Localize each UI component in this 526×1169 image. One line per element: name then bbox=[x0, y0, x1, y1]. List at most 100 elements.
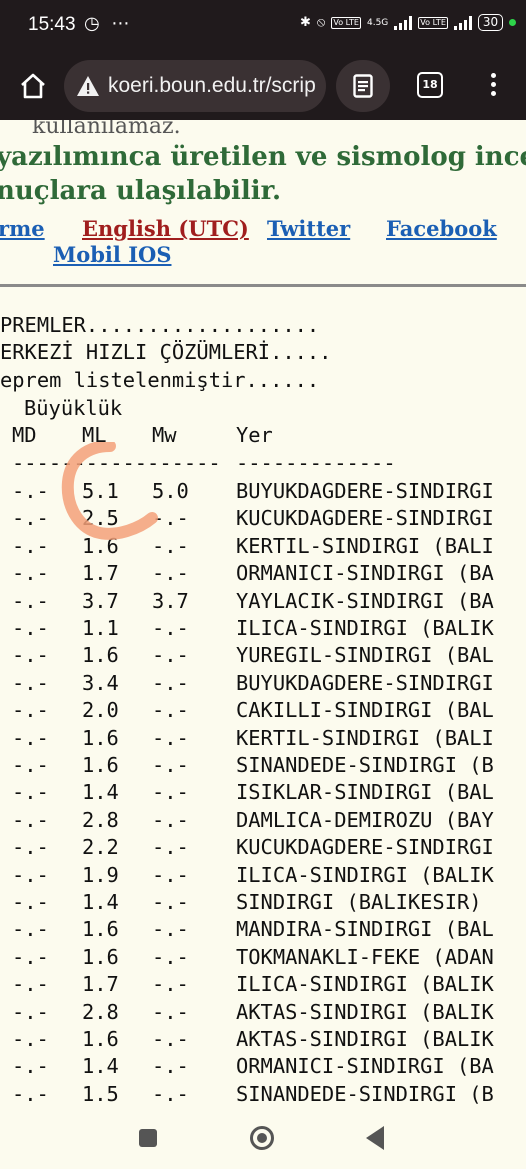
row-ml: 2.0 bbox=[82, 698, 119, 723]
back-icon[interactable] bbox=[366, 1126, 384, 1150]
row-yer: ILICA-SINDIRGI (BALIK bbox=[236, 862, 494, 887]
clock: 15:43 bbox=[28, 14, 76, 35]
row-ml: 2.2 bbox=[82, 835, 119, 860]
row-md: -.- bbox=[12, 616, 49, 640]
headline-line-2: nuçlara ulaşılabilir. bbox=[0, 176, 281, 206]
row-md: -.- bbox=[12, 1054, 49, 1079]
row-ml: 1.7 bbox=[82, 561, 119, 586]
tab-switcher-button[interactable]: 18 bbox=[417, 72, 443, 98]
row-md: -.- bbox=[12, 725, 49, 750]
nav-link-partial[interactable]: rme bbox=[0, 216, 45, 241]
address-bar[interactable]: koeri.boun.edu.tr/scrip bbox=[64, 60, 326, 112]
more-menu-icon[interactable] bbox=[486, 70, 500, 100]
document-icon bbox=[353, 74, 373, 98]
row-ml: 2.8 bbox=[82, 999, 119, 1024]
nav-link-english[interactable]: English (UTC) bbox=[82, 216, 249, 241]
row-ml: 1.6 bbox=[82, 917, 119, 942]
mute-icon: ⦸ bbox=[316, 15, 326, 30]
bluetooth-icon: ✱ bbox=[300, 15, 311, 30]
status-bar: 15:43 ◷ ⋯ ✱ ⦸ Vo LTE 4.5G Vo LTE 30 bbox=[0, 0, 526, 52]
nav-link-twitter[interactable]: Twitter bbox=[267, 216, 350, 241]
header-yer: Yer bbox=[236, 423, 273, 447]
row-ml: 1.7 bbox=[82, 972, 119, 997]
row-ml: 1.4 bbox=[82, 780, 119, 805]
faded-text: kullanılamaz. bbox=[32, 120, 181, 139]
row-md: -.- bbox=[12, 670, 49, 695]
row-ml: 1.4 bbox=[82, 1054, 119, 1079]
row-mw: -.- bbox=[152, 1027, 189, 1051]
row-ml: 1.6 bbox=[82, 753, 119, 777]
header-buyukluk: Büyüklük bbox=[24, 396, 123, 420]
row-mw: -.- bbox=[152, 725, 189, 750]
signal-icon bbox=[394, 15, 413, 30]
notification-icons: ◷ ⋯ bbox=[84, 13, 133, 34]
row-md: -.- bbox=[12, 999, 49, 1024]
volte-badge: Vo LTE bbox=[331, 16, 361, 29]
row-mw: -.- bbox=[152, 670, 189, 695]
row-mw: -.- bbox=[152, 890, 189, 914]
row-yer: ILICA-SINDIRGI (BALIK bbox=[236, 616, 494, 640]
row-yer: SINDIRGI (BALIKESIR) bbox=[236, 890, 482, 914]
row-md: -.- bbox=[12, 643, 49, 668]
row-yer: BUYUKDAGDERE-SINDIRGI bbox=[236, 479, 494, 503]
pre-line-1: PREMLER................... bbox=[0, 313, 320, 337]
horizontal-rule bbox=[0, 284, 526, 287]
row-ml: 3.4 bbox=[82, 670, 119, 695]
headline-line-1: yazılımınca üretilen ve sismolog ince bbox=[0, 142, 526, 172]
pre-line-2: ERKEZİ HIZLI ÇÖZÜMLERİ..... bbox=[0, 340, 332, 364]
browser-toolbar: koeri.boun.edu.tr/scrip 18 bbox=[0, 52, 526, 120]
row-md: -.- bbox=[12, 890, 49, 914]
volte-badge-2: Vo LTE bbox=[418, 16, 448, 29]
row-mw: -.- bbox=[152, 972, 189, 997]
row-mw: -.- bbox=[152, 698, 189, 723]
row-ml: 1.4 bbox=[82, 890, 119, 914]
row-mw: -.- bbox=[152, 616, 189, 640]
row-mw: 3.7 bbox=[152, 588, 189, 613]
row-mw: -.- bbox=[152, 999, 189, 1024]
row-mw: -.- bbox=[152, 561, 189, 586]
pre-line-3: eprem listelenmiştir...... bbox=[0, 368, 320, 392]
row-ml: 1.6 bbox=[82, 725, 119, 750]
system-icons: ✱ ⦸ Vo LTE 4.5G Vo LTE 30 bbox=[300, 14, 517, 31]
row-ml: 3.7 bbox=[82, 588, 119, 613]
row-yer: CAKILLI-SINDIRGI (BAL bbox=[236, 698, 494, 723]
nav-link-facebook[interactable]: Facebook bbox=[386, 216, 497, 241]
row-yer: ORMANICI-SINDIRGI (BA bbox=[236, 1054, 494, 1079]
warning-icon[interactable] bbox=[76, 75, 100, 97]
battery-icon: 30 bbox=[477, 14, 504, 31]
reader-mode-button[interactable] bbox=[336, 60, 390, 112]
network-type: 4.5G bbox=[366, 17, 389, 28]
row-ml: 1.6 bbox=[82, 1027, 119, 1051]
row-md: -.- bbox=[12, 588, 49, 613]
row-ml: 1.6 bbox=[82, 944, 119, 969]
header-md: MD bbox=[12, 423, 37, 447]
row-yer: KERTIL-SINDIRGI (BALI bbox=[236, 533, 494, 558]
row-mw: -.- bbox=[152, 807, 189, 832]
nav-link-mobil-ios[interactable]: Mobil IOS bbox=[53, 242, 171, 267]
handwritten-annotation bbox=[61, 442, 158, 540]
row-yer: TOKMANAKLI-FEKE (ADAN bbox=[236, 944, 494, 969]
row-mw: -.- bbox=[152, 780, 189, 805]
row-md: -.- bbox=[12, 862, 49, 887]
row-yer: SINANDEDE-SINDIRGI (B bbox=[236, 1081, 494, 1106]
row-yer: ISIKLAR-SINDIRGI (BAL bbox=[236, 780, 494, 805]
row-md: -.- bbox=[12, 807, 49, 832]
system-nav-bar bbox=[0, 1110, 526, 1169]
row-md: -.- bbox=[12, 753, 49, 777]
dashes-yer: ------------- bbox=[236, 451, 396, 475]
row-yer: YUREGIL-SINDIRGI (BAL bbox=[236, 643, 494, 668]
url-text[interactable]: koeri.boun.edu.tr/scrip bbox=[108, 74, 316, 98]
home-nav-icon[interactable] bbox=[250, 1126, 274, 1150]
web-content: kullanılamaz. yazılımınca üretilen ve si… bbox=[0, 120, 526, 1120]
row-mw: -.- bbox=[152, 753, 189, 777]
recents-icon[interactable] bbox=[139, 1129, 157, 1147]
home-icon[interactable] bbox=[18, 71, 48, 101]
row-md: -.- bbox=[12, 533, 49, 558]
row-yer: KUCUKDAGDERE-SINDIRGI bbox=[236, 506, 494, 531]
row-mw: -.- bbox=[152, 1054, 189, 1079]
row-yer: BUYUKDAGDERE-SINDIRGI bbox=[236, 670, 494, 695]
row-yer: SINANDEDE-SINDIRGI (B bbox=[236, 753, 494, 777]
row-yer: MANDIRA-SINDIRGI (BAL bbox=[236, 917, 494, 942]
row-yer: ORMANICI-SINDIRGI (BA bbox=[236, 561, 494, 586]
row-yer: KERTIL-SINDIRGI (BALI bbox=[236, 725, 494, 750]
